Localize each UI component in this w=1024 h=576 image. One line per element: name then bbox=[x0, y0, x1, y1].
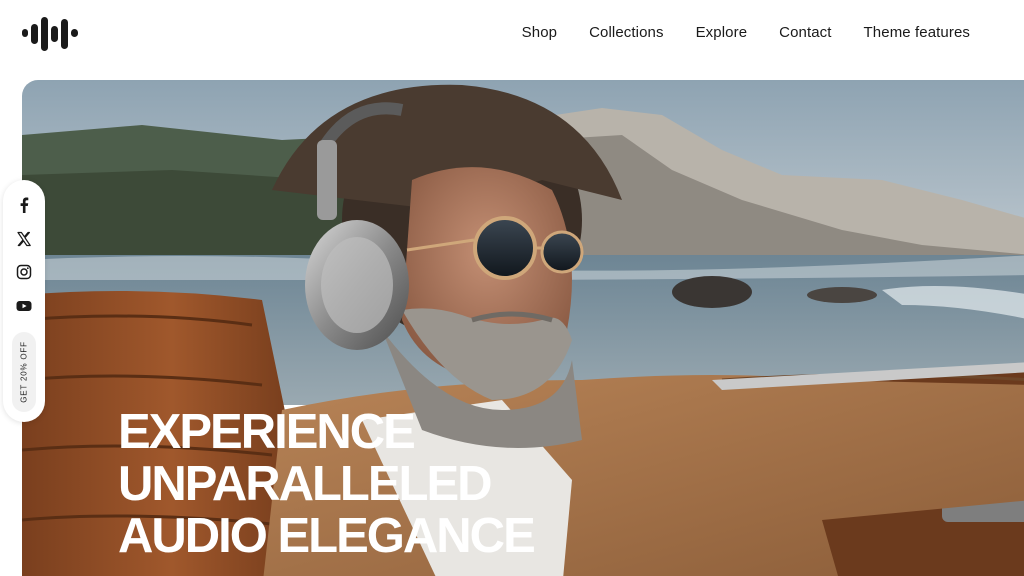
site-header: Shop Collections Explore Contact Theme f… bbox=[0, 0, 1024, 70]
nav-shop[interactable]: Shop bbox=[522, 24, 557, 41]
nav-collections[interactable]: Collections bbox=[589, 24, 663, 41]
hero-headline: EXPERIENCE UNPARALLELED AUDIO ELEGANCE bbox=[118, 405, 536, 563]
social-rail: GET 20% OFF bbox=[3, 180, 45, 422]
headline-line-3: AUDIO ELEGANCE bbox=[118, 509, 536, 563]
facebook-icon[interactable] bbox=[16, 197, 32, 213]
youtube-icon[interactable] bbox=[16, 298, 32, 314]
x-icon[interactable] bbox=[16, 231, 32, 247]
hero-banner: EXPERIENCE UNPARALLELED AUDIO ELEGANCE bbox=[22, 80, 1024, 576]
promo-discount-tab[interactable]: GET 20% OFF bbox=[12, 332, 36, 412]
headline-line-1: EXPERIENCE bbox=[118, 405, 416, 459]
promo-label: GET 20% OFF bbox=[19, 341, 29, 403]
instagram-icon[interactable] bbox=[16, 264, 32, 280]
headline-line-2: UNPARALLELED bbox=[118, 457, 493, 511]
main-nav: Shop Collections Explore Contact Theme f… bbox=[522, 24, 970, 41]
logo-icon[interactable] bbox=[22, 14, 80, 54]
nav-theme-features[interactable]: Theme features bbox=[864, 24, 970, 41]
nav-contact[interactable]: Contact bbox=[779, 24, 831, 41]
nav-explore[interactable]: Explore bbox=[696, 24, 748, 41]
